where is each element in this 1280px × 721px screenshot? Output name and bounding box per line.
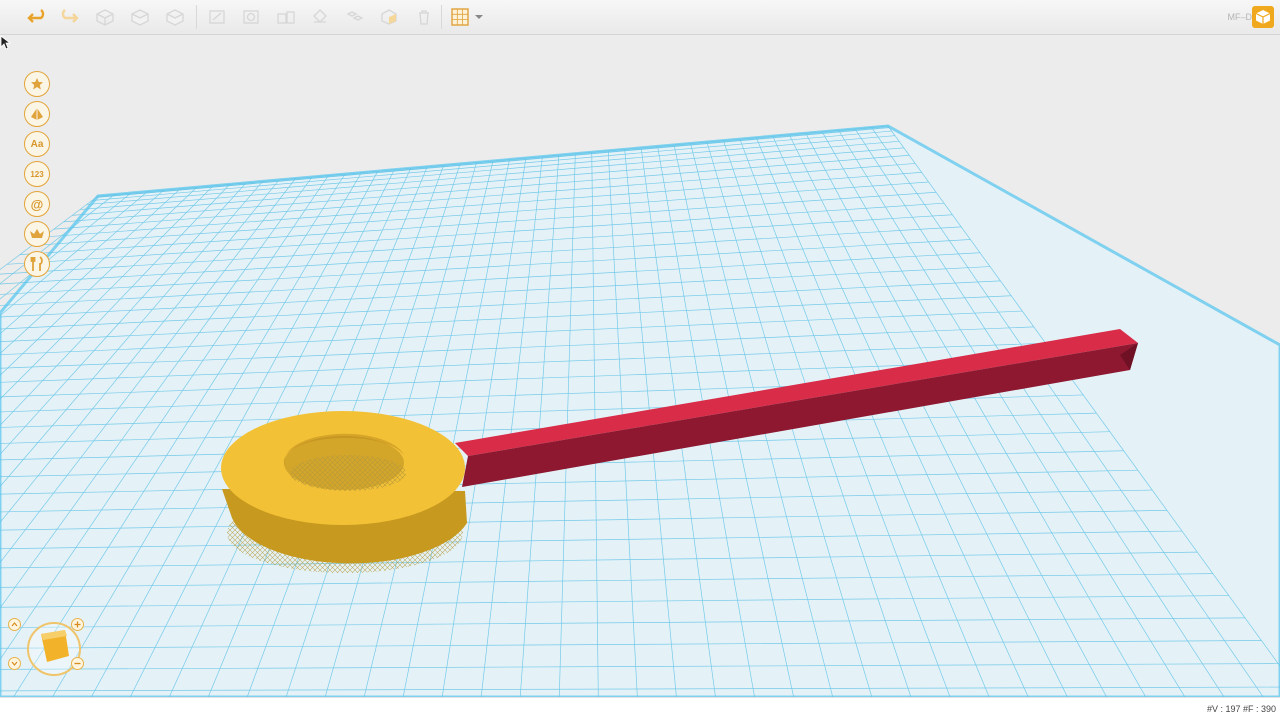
palette-shapes[interactable] xyxy=(24,101,50,127)
transform-button[interactable] xyxy=(205,6,229,28)
mirror-icon xyxy=(313,9,327,23)
scale-icon xyxy=(277,11,295,24)
redo-button[interactable] xyxy=(58,6,82,28)
ungroup-icon xyxy=(381,9,397,25)
group-button[interactable] xyxy=(343,6,367,28)
rotate-right-button[interactable] xyxy=(8,657,21,670)
new-button[interactable] xyxy=(93,6,117,28)
grid-icon xyxy=(451,8,483,26)
delete-button[interactable] xyxy=(412,6,436,28)
zoom-in-button[interactable] xyxy=(71,618,84,631)
chevron-down-icon xyxy=(475,15,483,19)
crown-icon xyxy=(30,229,44,238)
utensils-icon xyxy=(30,256,43,271)
cube-icon xyxy=(96,9,114,26)
palette-crowns[interactable] xyxy=(24,221,50,247)
minus-icon xyxy=(74,662,81,665)
logo-cube-icon xyxy=(1255,10,1271,24)
at-icon: @ xyxy=(30,196,44,212)
3d-viewport[interactable] xyxy=(0,35,1280,697)
scene-canvas[interactable] xyxy=(0,35,1280,697)
rotate-left-button[interactable] xyxy=(8,618,21,631)
save-cube-icon xyxy=(166,9,184,26)
status-bar: #V : 197 #F : 390 xyxy=(0,697,1280,721)
mirror-button[interactable] xyxy=(308,6,332,28)
scale-button[interactable] xyxy=(274,6,298,28)
redo-icon xyxy=(61,9,79,23)
text-icon: Aa xyxy=(30,138,44,150)
palette-symbols[interactable]: @ xyxy=(24,191,50,217)
numbers-icon: 123 xyxy=(30,169,44,179)
grid-toggle-button[interactable] xyxy=(449,6,487,28)
yellow-ring-object[interactable] xyxy=(221,411,467,573)
mouse-cursor-icon xyxy=(0,35,12,50)
save-button[interactable] xyxy=(163,6,187,28)
plus-icon xyxy=(74,621,81,628)
toolbar-separator xyxy=(196,5,197,29)
trash-icon xyxy=(419,10,429,25)
undo-button[interactable] xyxy=(24,6,48,28)
palette-favorites[interactable] xyxy=(24,71,50,97)
view-navigator xyxy=(8,616,86,676)
ungroup-button[interactable] xyxy=(377,6,401,28)
star-icon xyxy=(31,78,43,90)
mesh-stats: #V : 197 #F : 390 xyxy=(1206,704,1276,714)
pyramid-icon xyxy=(31,108,43,120)
arrow-up-left-icon xyxy=(11,622,18,627)
palette-text[interactable]: Aa xyxy=(24,131,50,157)
toolbar-separator xyxy=(441,5,442,29)
brand-label: MF–D xyxy=(1227,12,1253,22)
transform-icon xyxy=(209,10,225,24)
open-button[interactable] xyxy=(128,6,152,28)
top-toolbar: MF–D xyxy=(0,0,1280,35)
app-logo[interactable] xyxy=(1252,6,1274,28)
arrow-down-icon xyxy=(11,661,18,666)
undo-icon xyxy=(27,9,45,23)
palette-numbers[interactable]: 123 xyxy=(24,161,50,187)
palette-tools[interactable] xyxy=(24,251,50,277)
group-icon xyxy=(346,11,364,21)
rotate-icon xyxy=(243,10,259,24)
zoom-out-button[interactable] xyxy=(71,657,84,670)
rotate-button[interactable] xyxy=(239,6,263,28)
folder-cube-icon xyxy=(131,9,149,26)
